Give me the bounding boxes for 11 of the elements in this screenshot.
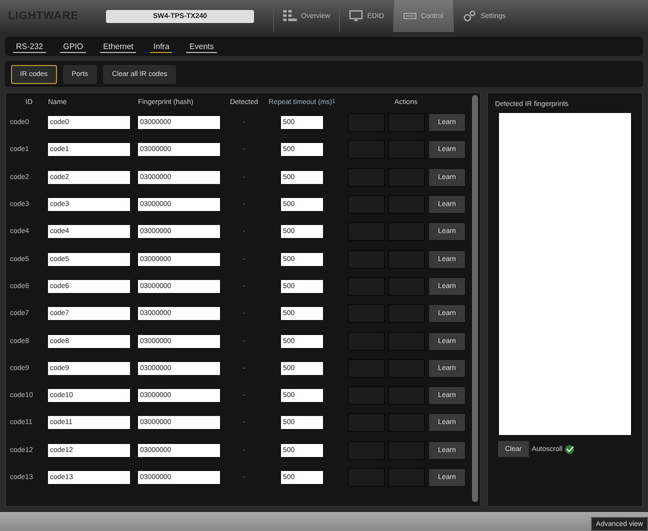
sub-tab[interactable]: Infra	[150, 40, 172, 52]
sub-tab[interactable]: RS-232	[13, 40, 46, 52]
device-icon	[402, 10, 417, 22]
autoscroll-checkbox[interactable]	[565, 444, 574, 454]
gears-icon	[462, 10, 476, 22]
scrollbar[interactable]	[472, 95, 478, 502]
sub-tab[interactable]: GPIO	[60, 40, 86, 52]
sub-tab[interactable]: Ethernet	[100, 40, 136, 52]
monitor-icon	[349, 10, 364, 22]
grid-icon	[283, 10, 297, 22]
sub-tab[interactable]: Events	[186, 40, 217, 52]
